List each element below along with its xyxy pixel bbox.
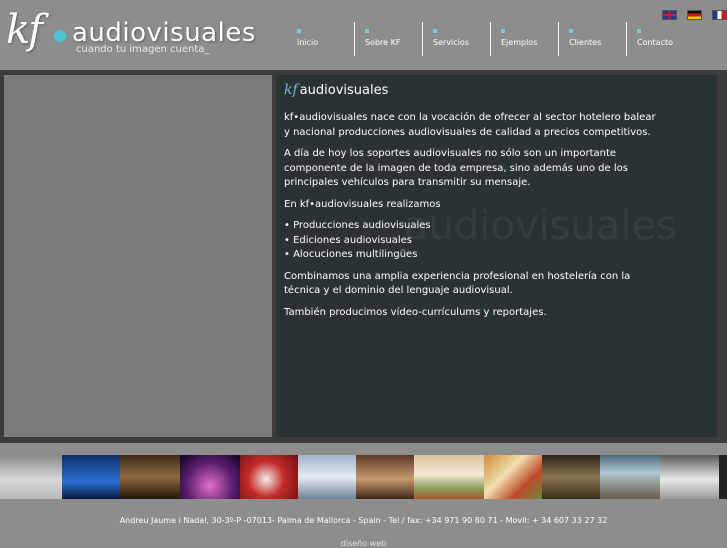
title-word: audiovisuales <box>299 83 389 98</box>
thumbnail-image[interactable] <box>240 455 298 499</box>
thumbnail-image[interactable] <box>62 455 120 499</box>
intro-paragraph: A día de hoy los soportes audiovisuales … <box>284 148 628 188</box>
closing-paragraph: También producimos vídeo-currículums y r… <box>284 306 547 318</box>
thumbnail-image[interactable] <box>180 455 240 499</box>
site-logo[interactable]: kf audiovisuales cuando tu imagen cuenta… <box>6 8 266 63</box>
service-item: • Producciones audiovisuales <box>284 220 431 231</box>
nav-label: Clientes <box>569 38 602 47</box>
nav-bullet-icon <box>365 29 369 33</box>
thumbnail-image[interactable] <box>120 455 180 499</box>
nav-bullet-icon <box>569 29 573 33</box>
nav-label: Contacto <box>637 38 674 47</box>
nav-bullet-icon <box>433 29 437 33</box>
nav-bullet-icon <box>637 29 641 33</box>
thumbnail-image[interactable] <box>542 455 600 499</box>
thumbnail-image[interactable] <box>484 455 542 499</box>
nav-bullet-icon <box>297 29 301 33</box>
intro-paragraph: kf•audiovisuales nace con la vocación de… <box>284 112 656 138</box>
english-flag-icon[interactable] <box>662 10 677 20</box>
footer-credit-link[interactable]: diseño web <box>0 539 727 548</box>
title-kf: kf <box>284 82 298 98</box>
closing-paragraph: Combinamos una amplia experiencia profes… <box>284 270 631 297</box>
nav-label: Sobre KF <box>365 38 401 47</box>
nav-label: Inicio <box>297 38 319 47</box>
thumbnail-image[interactable] <box>298 455 356 499</box>
logo-dot <box>54 30 66 42</box>
content-body: kf•audiovisuales nace con la vocación de… <box>284 111 656 327</box>
logo-kf: kf <box>6 7 43 53</box>
content-title: kf audiovisuales <box>284 82 388 98</box>
nav-item-ejemplos[interactable]: Ejemplos <box>492 22 559 56</box>
services-list: • Producciones audiovisuales • Ediciones… <box>284 219 656 263</box>
french-flag-icon[interactable] <box>712 10 727 20</box>
thumbnail-image[interactable] <box>0 455 62 499</box>
main-nav: Inicio Sobre KF Servicios Ejemplos Clien… <box>288 22 695 58</box>
nav-item-inicio[interactable]: Inicio <box>288 22 355 56</box>
content-area: audiovisuales kf audiovisuales kf•audiov… <box>276 75 717 437</box>
thumbnail-image[interactable] <box>356 455 414 499</box>
feature-image <box>4 75 272 437</box>
nav-label: Ejemplos <box>501 38 538 47</box>
nav-label: Servicios <box>433 38 469 47</box>
service-item: • Alocuciones multilingües <box>284 249 418 260</box>
thumbnail-image[interactable] <box>414 455 484 499</box>
nav-item-contacto[interactable]: Contacto <box>628 22 694 56</box>
footer-address: Andreu Jaume i Nadal, 30-3º-P -07013- Pa… <box>119 516 608 525</box>
nav-item-sobre-kf[interactable]: Sobre KF <box>356 22 423 56</box>
logo-tagline: cuando tu imagen cuenta_ <box>76 44 210 55</box>
thumbnail-strip <box>0 455 727 499</box>
thumbnail-image[interactable] <box>600 455 660 499</box>
intro-paragraph: En kf•audiovisuales realizamos <box>284 198 441 210</box>
german-flag-icon[interactable] <box>687 10 702 20</box>
nav-bullet-icon <box>501 29 505 33</box>
language-switcher <box>662 10 727 20</box>
thumbnail-image[interactable] <box>660 455 719 499</box>
service-item: • Ediciones audiovisuales <box>284 234 413 246</box>
site-header: kf audiovisuales cuando tu imagen cuenta… <box>0 0 727 70</box>
nav-item-clientes[interactable]: Clientes <box>560 22 627 56</box>
nav-item-servicios[interactable]: Servicios <box>424 22 491 56</box>
